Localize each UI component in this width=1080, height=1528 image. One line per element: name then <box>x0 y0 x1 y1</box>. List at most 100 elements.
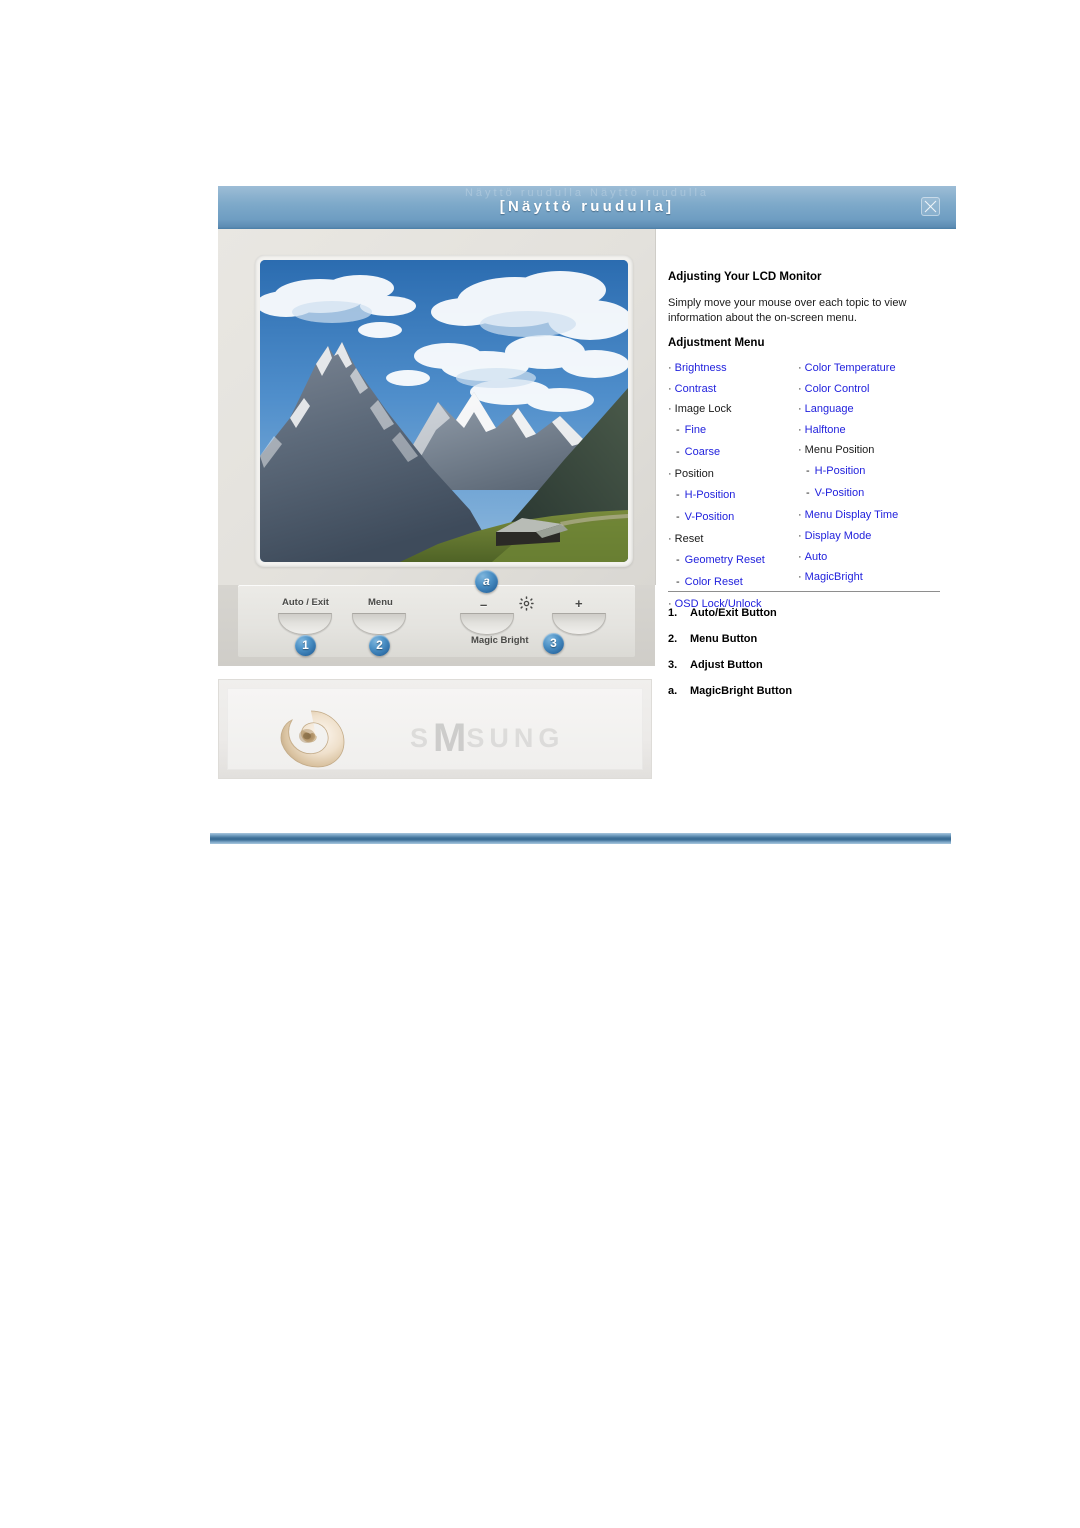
bullet-marker: · <box>668 468 672 481</box>
menu-item-label: Contrast <box>674 382 717 395</box>
window-title-bar: Näyttö ruudulla Näyttö ruudulla [Näyttö … <box>218 186 956 229</box>
auto-exit-button[interactable] <box>278 613 332 635</box>
brand-watermark-suffix: SUNG <box>466 723 565 753</box>
legend-number: a. <box>668 685 678 698</box>
menu-item-label: Halftone <box>804 423 846 436</box>
menu-item-menu-display-time-right[interactable]: · Menu Display Time <box>798 510 928 521</box>
menu-label: Menu <box>368 597 393 608</box>
minus-button[interactable] <box>460 613 514 635</box>
menu-item-v-position-left[interactable]: - V-Position <box>668 510 798 523</box>
legend-row-adjust-button: 3. Adjust Button <box>668 659 956 671</box>
menu-item-label: MagicBright <box>804 571 863 584</box>
bullet-marker: · <box>668 382 672 395</box>
legend-number: 3. <box>668 659 678 672</box>
menu-item-h-position-right[interactable]: - H-Position <box>798 466 928 477</box>
menu-item-v-position-right[interactable]: - V-Position <box>798 488 928 499</box>
menu-item-label: H-Position <box>684 488 736 501</box>
menu-item-label: Geometry Reset <box>684 553 765 566</box>
plus-button[interactable] <box>552 613 606 635</box>
menu-item-label: Color Temperature <box>804 362 896 375</box>
menu-item-label: Image Lock <box>674 403 732 416</box>
close-button[interactable] <box>921 197 940 216</box>
info-intro: Simply move your mouse over each topic t… <box>668 297 907 324</box>
menu-item-h-position-left[interactable]: - H-Position <box>668 488 798 501</box>
menu-item-color-control-right[interactable]: · Color Control <box>798 382 928 395</box>
bullet-marker: · <box>798 423 802 436</box>
dash-marker: - <box>676 510 680 523</box>
dash-marker: - <box>676 575 680 588</box>
brand-watermark-prefix: S <box>410 723 434 753</box>
info-heading: Adjusting Your LCD Monitor <box>668 271 822 283</box>
legend-label: Menu Button <box>690 633 758 646</box>
menu-item-language-right[interactable]: · Language <box>798 404 928 415</box>
bullet-marker: · <box>798 529 802 542</box>
bullet-marker: · <box>798 550 802 563</box>
minus-label: – <box>480 597 488 612</box>
monitor-base-surface: SMSUNG <box>227 688 643 770</box>
menu-item-auto-right[interactable]: · Auto <box>798 550 928 563</box>
bullet-marker: · <box>668 362 672 375</box>
menu-item-color-temperature-right[interactable]: · Color Temperature <box>798 363 928 374</box>
adjustment-menu-columns: · Brightness · Contrast · Image Lock - Fine - Coa… <box>668 363 940 610</box>
bullet-marker: · <box>798 509 802 522</box>
monitor-screen-frame <box>255 255 633 567</box>
dash-marker: - <box>676 446 680 458</box>
bullet-marker: · <box>668 403 672 416</box>
nautilus-shell-logo <box>277 708 347 770</box>
menu-item-label: Menu Display Time <box>804 509 899 522</box>
samsung-brand-watermark: SMSUNG <box>410 716 564 761</box>
menu-item-label: Brightness <box>674 362 727 375</box>
badge-3: 3 <box>543 633 564 654</box>
bullet-marker: · <box>668 598 672 611</box>
menu-item-display-mode-right[interactable]: · Display Mode <box>798 529 928 542</box>
menu-item-coarse-left[interactable]: - Coarse <box>668 447 798 458</box>
menu-item-label: Fine <box>684 423 707 436</box>
menu-item-magicbright-right[interactable]: · MagicBright <box>798 572 928 583</box>
monitor-control-panel: a Auto / Exit 1 Menu 2 – + Magic Bright … <box>218 570 655 666</box>
bullet-marker: · <box>798 362 802 375</box>
button-legend: 1. Auto/Exit Button 2. Menu Button 3. Adjust … <box>668 607 956 697</box>
menu-item-label: Coarse <box>684 446 721 458</box>
menu-item-osd-lock-unlock-left[interactable]: · OSD Lock/Unlock <box>668 599 798 610</box>
auto-exit-label: Auto / Exit <box>282 597 329 608</box>
legend-label: Adjust Button <box>690 659 763 672</box>
menu-item-reset-left: · Reset <box>668 534 798 545</box>
monitor-base: SMSUNG <box>218 679 652 779</box>
menu-item-label: H-Position <box>814 465 866 477</box>
dash-marker: - <box>676 553 680 566</box>
legend-number: 2. <box>668 633 678 646</box>
bullet-marker: · <box>798 444 802 457</box>
menu-item-fine-left[interactable]: - Fine <box>668 423 798 436</box>
magic-bright-label: Magic Bright <box>471 635 529 646</box>
menu-item-contrast-left[interactable]: · Contrast <box>668 382 798 395</box>
legend-label: MagicBright Button <box>690 685 793 698</box>
page-divider-bar <box>210 833 951 844</box>
menu-item-label: Color Control <box>804 382 870 395</box>
menu-item-label: Position <box>674 468 714 481</box>
menu-item-image-lock-left: · Image Lock <box>668 404 798 415</box>
menu-item-color-reset-left[interactable]: - Color Reset <box>668 575 798 588</box>
menu-item-brightness-left[interactable]: · Brightness <box>668 363 798 374</box>
bullet-marker: · <box>798 382 802 395</box>
menu-item-halftone-right[interactable]: · Halftone <box>798 423 928 436</box>
menu-item-position-left: · Position <box>668 469 798 480</box>
menu-item-label: V-Position <box>814 487 865 500</box>
brand-watermark-m: M <box>433 716 467 760</box>
menu-item-label: Menu Position <box>804 444 875 457</box>
screen-photo <box>260 260 628 562</box>
menu-button[interactable] <box>352 613 406 635</box>
bullet-marker: · <box>668 533 672 546</box>
window-body: a Auto / Exit 1 Menu 2 – + Magic Bright … <box>218 229 956 697</box>
plus-label: + <box>575 596 583 611</box>
adjustment-menu-column-right: · Color Temperature · Color Control · Languag… <box>798 363 928 593</box>
menu-item-geometry-reset-left[interactable]: - Geometry Reset <box>668 553 798 566</box>
legend-row-magicbright-button: a. MagicBright Button <box>668 685 956 697</box>
menu-item-label: Display Mode <box>804 529 872 542</box>
monitor-illustration: a Auto / Exit 1 Menu 2 – + Magic Bright … <box>218 229 656 666</box>
menu-item-label: Auto <box>804 550 828 563</box>
control-panel-surface: a Auto / Exit 1 Menu 2 – + Magic Bright … <box>238 570 635 657</box>
menu-item-label: OSD Lock/Unlock <box>674 598 762 611</box>
menu-item-label: Color Reset <box>684 575 743 588</box>
badge-2: 2 <box>369 635 390 656</box>
brightness-gear-icon <box>519 596 534 611</box>
